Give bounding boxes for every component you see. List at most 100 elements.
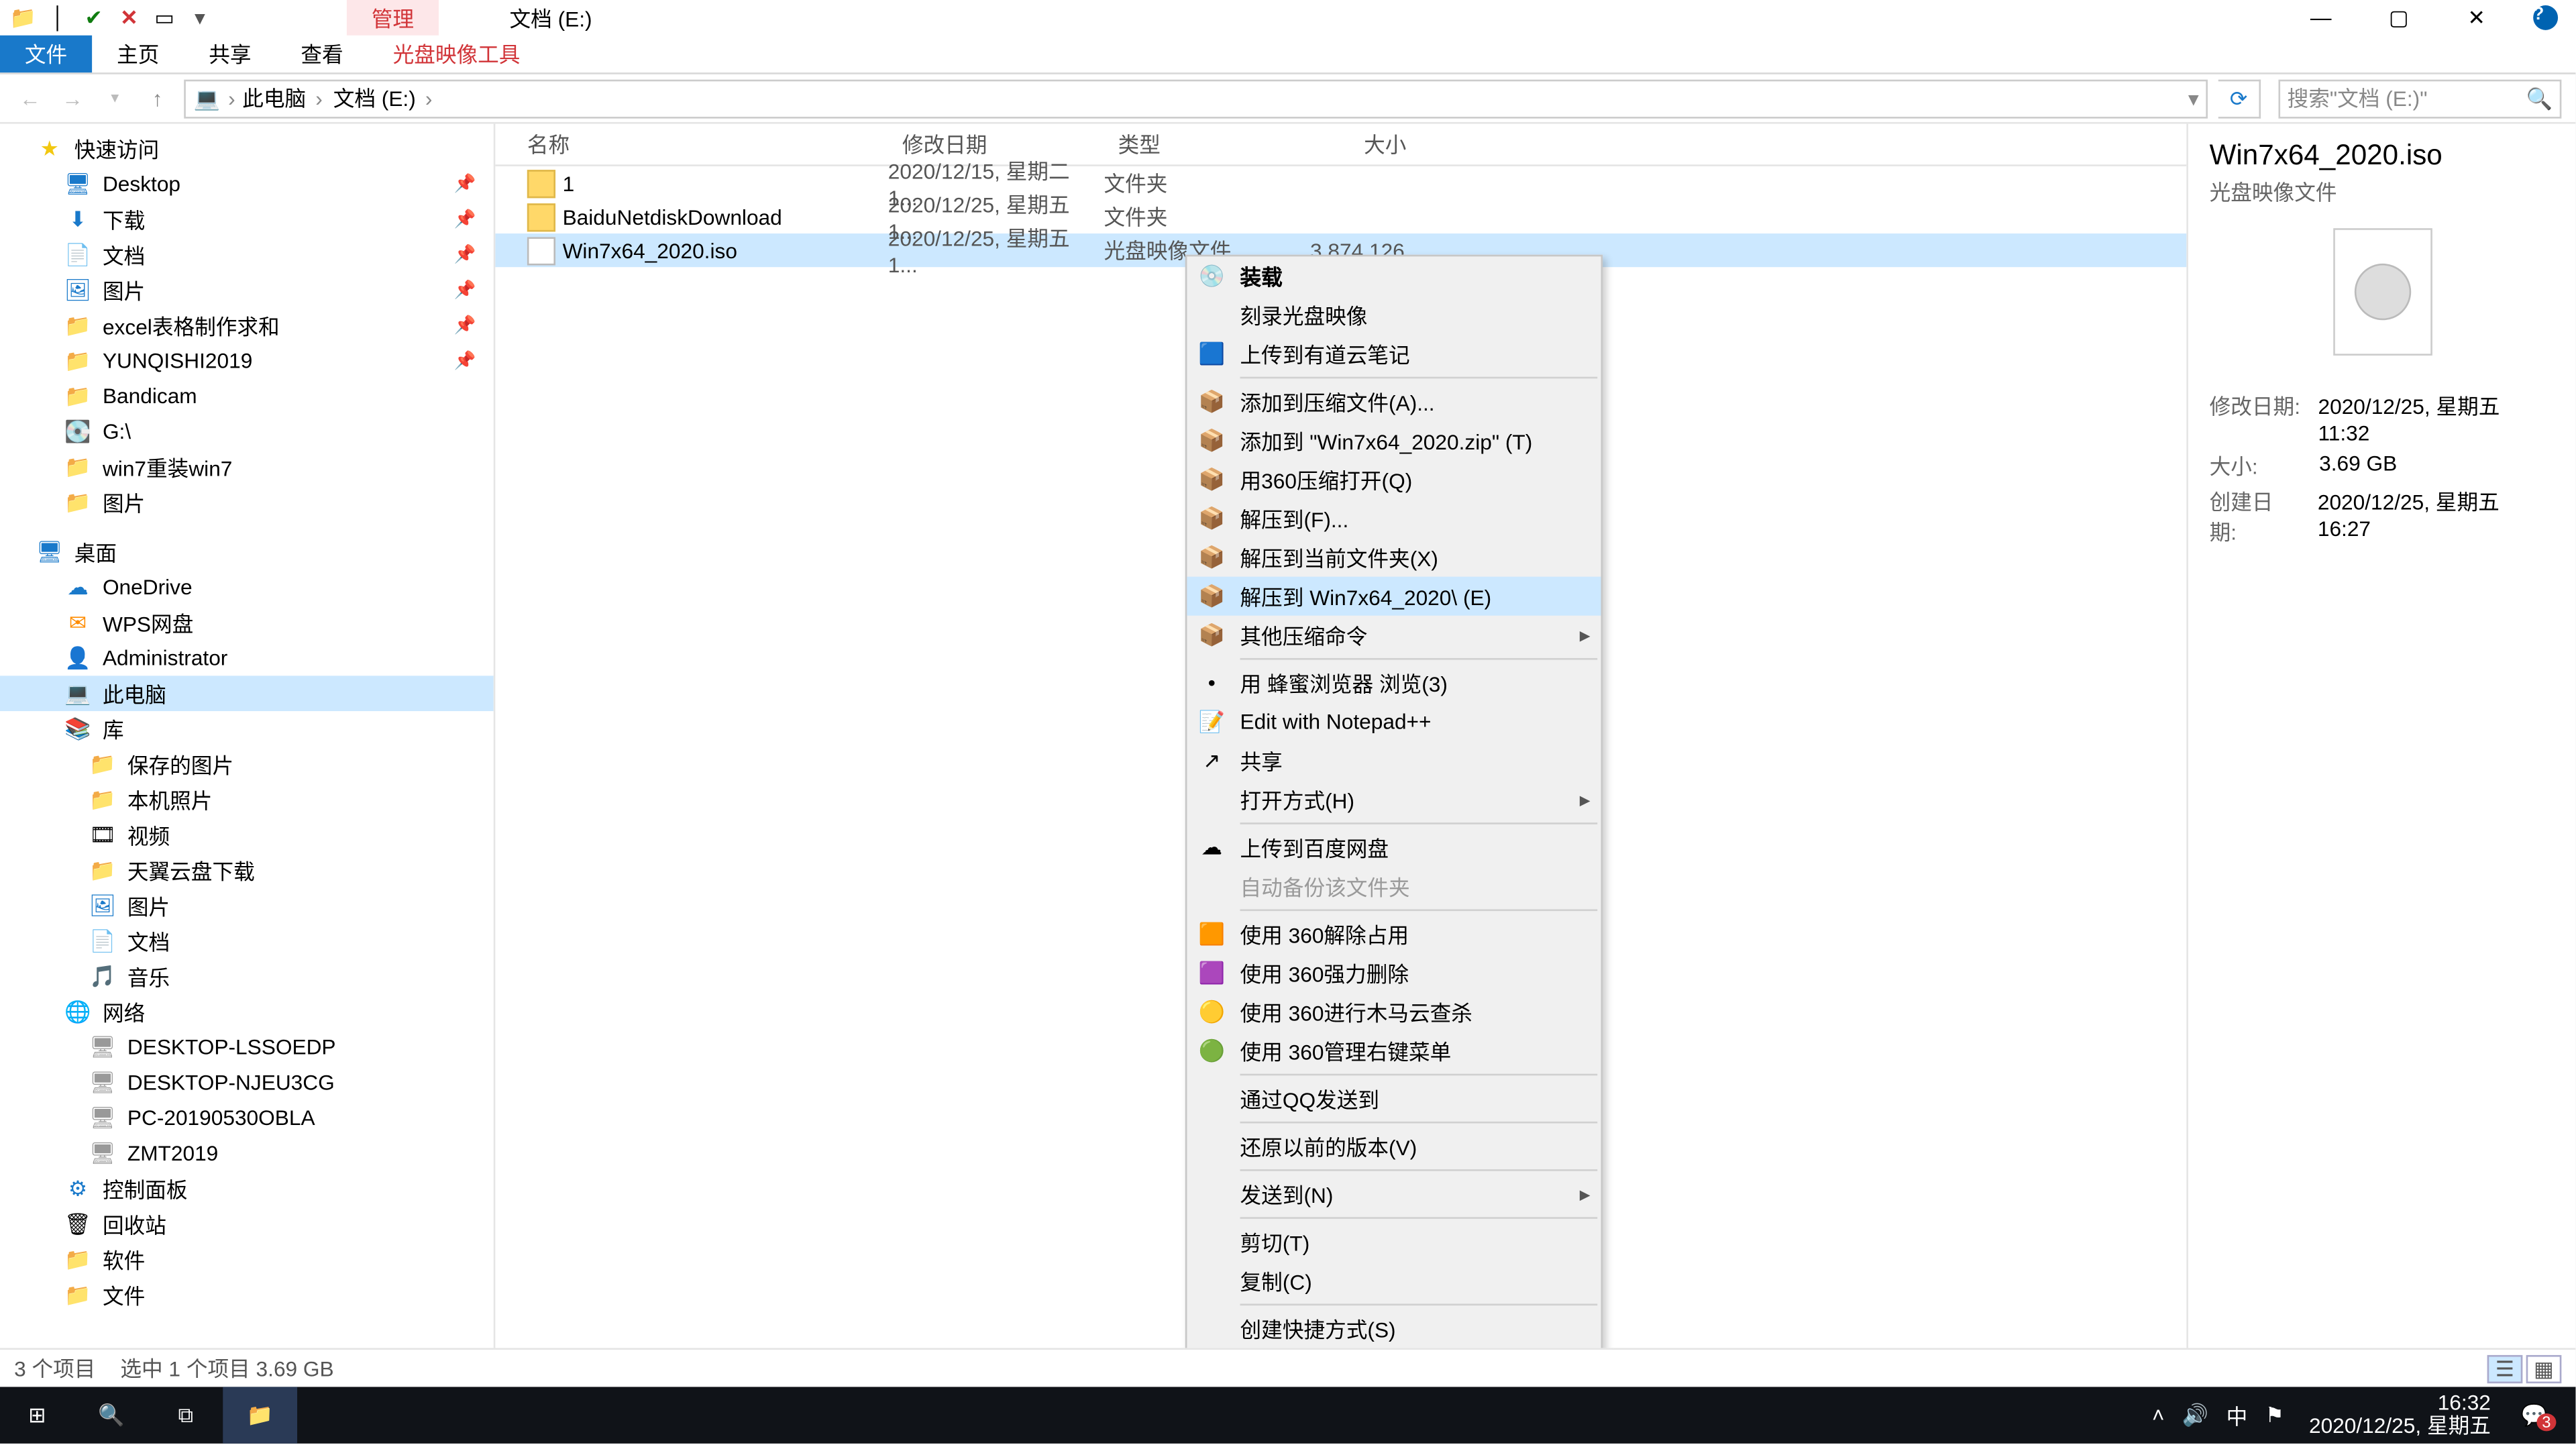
qat-dropdown-icon[interactable]: ▾ bbox=[188, 5, 213, 30]
context-menu-item[interactable]: 🟡使用 360进行木马云查杀 bbox=[1187, 992, 1601, 1031]
taskbar-file-explorer[interactable]: 📁 bbox=[223, 1387, 297, 1443]
nav-item[interactable]: PC-20190530OBLA bbox=[0, 1100, 494, 1136]
nav-item[interactable]: Bandicam bbox=[0, 378, 494, 414]
taskbar-clock[interactable]: 16:32 2020/12/25, 星期五 bbox=[2298, 1392, 2502, 1438]
tray-ime-icon[interactable]: 中 bbox=[2226, 1400, 2248, 1430]
column-headers[interactable]: 名称 修改日期 类型 大小 bbox=[495, 124, 2186, 166]
context-menu-item[interactable]: 📦添加到 "Win7x64_2020.zip" (T) bbox=[1187, 421, 1601, 460]
taskbar[interactable]: ⊞ 🔍 ⧉ 📁 ˄ 🔊 中 ⚑ 16:32 2020/12/25, 星期五 💬3 bbox=[0, 1387, 2575, 1443]
file-list-pane[interactable]: 名称 修改日期 类型 大小 12020/12/15, 星期二 1...文件夹Ba… bbox=[495, 124, 2186, 1348]
context-menu-item[interactable]: •用 蜂蜜浏览器 浏览(3) bbox=[1187, 663, 1601, 702]
nav-up-button[interactable]: ↑ bbox=[142, 86, 173, 111]
ribbon-tab-home[interactable]: 主页 bbox=[92, 36, 184, 72]
nav-item[interactable]: 库 bbox=[0, 711, 494, 747]
breadcrumb-root-chevron[interactable]: › bbox=[228, 86, 235, 111]
new-folder-icon[interactable]: ▭ bbox=[152, 5, 177, 30]
nav-item[interactable]: 图片 bbox=[0, 485, 494, 521]
close-red-icon[interactable]: ✕ bbox=[117, 5, 142, 30]
context-menu-item[interactable]: 通过QQ发送到 bbox=[1187, 1079, 1601, 1118]
nav-item[interactable]: 回收站 bbox=[0, 1206, 494, 1242]
file-row[interactable]: BaiduNetdiskDownload2020/12/25, 星期五 1...… bbox=[495, 200, 2186, 233]
nav-item[interactable]: 音乐 bbox=[0, 959, 494, 994]
context-menu-item[interactable]: 📦添加到压缩文件(A)... bbox=[1187, 382, 1601, 421]
context-menu-item[interactable]: 📦解压到 Win7x64_2020\ (E) bbox=[1187, 577, 1601, 616]
breadcrumb-dropdown-icon[interactable]: ▾ bbox=[2188, 86, 2199, 111]
maximize-button[interactable]: ▢ bbox=[2360, 0, 2438, 36]
start-button[interactable]: ⊞ bbox=[0, 1387, 74, 1443]
tray-volume-icon[interactable]: 🔊 bbox=[2182, 1403, 2208, 1428]
search-icon[interactable]: 🔍 bbox=[2526, 86, 2553, 111]
nav-item[interactable]: Desktop📌 bbox=[0, 166, 494, 202]
nav-item[interactable]: win7重装win7 bbox=[0, 449, 494, 485]
nav-item[interactable]: 此电脑 bbox=[0, 676, 494, 711]
context-menu-item[interactable]: 📦解压到(F)... bbox=[1187, 499, 1601, 538]
context-menu-item[interactable]: ↗共享 bbox=[1187, 741, 1601, 780]
action-center-button[interactable]: 💬3 bbox=[2502, 1387, 2576, 1443]
tray-overflow-icon[interactable]: ˄ bbox=[2152, 1403, 2165, 1428]
minimize-button[interactable]: — bbox=[2282, 0, 2360, 36]
nav-item[interactable]: 保存的图片 bbox=[0, 747, 494, 782]
context-menu-item[interactable]: 还原以前的版本(V) bbox=[1187, 1127, 1601, 1166]
context-menu-item[interactable]: 🟧使用 360解除占用 bbox=[1187, 914, 1601, 953]
view-thumbnails-button[interactable]: ▦ bbox=[2526, 1354, 2562, 1383]
breadcrumb-seg-drive[interactable]: 文档 (E:) bbox=[333, 83, 436, 113]
refresh-button[interactable]: ⟳ bbox=[2218, 78, 2261, 117]
nav-item[interactable]: 文档 bbox=[0, 924, 494, 959]
context-menu-item[interactable]: 📦解压到当前文件夹(X) bbox=[1187, 538, 1601, 577]
context-menu-item[interactable]: 剪切(T) bbox=[1187, 1222, 1601, 1261]
context-menu-item[interactable]: 创建快捷方式(S) bbox=[1187, 1309, 1601, 1348]
context-menu-item[interactable]: 发送到(N)▸ bbox=[1187, 1175, 1601, 1214]
column-size[interactable]: 大小 bbox=[1281, 129, 1422, 160]
nav-item[interactable]: 下载📌 bbox=[0, 202, 494, 237]
checkmark-icon[interactable]: ✔ bbox=[81, 5, 106, 30]
breadcrumb-seg-pc[interactable]: 此电脑 bbox=[242, 83, 326, 113]
system-tray[interactable]: ˄ 🔊 中 ⚑ bbox=[2138, 1400, 2298, 1430]
navigation-pane[interactable]: 快速访问Desktop📌下载📌文档📌图片📌excel表格制作求和📌YUNQISH… bbox=[0, 124, 495, 1348]
task-view-button[interactable]: ⧉ bbox=[149, 1387, 223, 1443]
nav-item[interactable]: 天翼云盘下载 bbox=[0, 853, 494, 888]
breadcrumb[interactable]: › 此电脑 文档 (E:) ▾ bbox=[184, 78, 2208, 117]
context-menu[interactable]: 💿装载刻录光盘映像🟦上传到有道云笔记📦添加到压缩文件(A)...📦添加到 "Wi… bbox=[1185, 255, 1603, 1348]
column-date[interactable]: 修改日期 bbox=[888, 129, 1104, 160]
nav-item[interactable]: OneDrive bbox=[0, 570, 494, 605]
context-menu-item[interactable]: ☁上传到百度网盘 bbox=[1187, 828, 1601, 867]
ribbon-tab-file[interactable]: 文件 bbox=[0, 36, 92, 72]
nav-item[interactable]: ZMT2019 bbox=[0, 1136, 494, 1171]
tray-security-icon[interactable]: ⚑ bbox=[2265, 1403, 2284, 1428]
column-name[interactable]: 名称 bbox=[495, 129, 888, 160]
contextual-tab-manage[interactable]: 管理 bbox=[347, 0, 439, 38]
nav-item[interactable]: 软件 bbox=[0, 1242, 494, 1277]
context-menu-item[interactable]: 🟦上传到有道云笔记 bbox=[1187, 334, 1601, 373]
nav-item[interactable]: 文件 bbox=[0, 1277, 494, 1313]
column-type[interactable]: 类型 bbox=[1104, 129, 1281, 160]
context-menu-item[interactable]: 📦用360压缩打开(Q) bbox=[1187, 460, 1601, 499]
context-menu-item[interactable]: 📝Edit with Notepad++ bbox=[1187, 702, 1601, 741]
nav-item[interactable]: 视频 bbox=[0, 817, 494, 853]
context-menu-item[interactable]: 🟪使用 360强力删除 bbox=[1187, 953, 1601, 992]
nav-history-dropdown[interactable]: ▾ bbox=[99, 89, 131, 108]
nav-item[interactable]: excel表格制作求和📌 bbox=[0, 308, 494, 343]
close-button[interactable]: ✕ bbox=[2438, 0, 2516, 36]
nav-item[interactable]: 图片 bbox=[0, 888, 494, 924]
context-menu-item[interactable]: 复制(C) bbox=[1187, 1261, 1601, 1300]
nav-item[interactable]: YUNQISHI2019📌 bbox=[0, 343, 494, 379]
nav-item[interactable]: G:\ bbox=[0, 414, 494, 449]
nav-item[interactable]: 控制面板 bbox=[0, 1171, 494, 1207]
taskbar-search-button[interactable]: 🔍 bbox=[74, 1387, 149, 1443]
search-input[interactable]: 搜索"文档 (E:)" 🔍 bbox=[2278, 78, 2561, 117]
nav-item[interactable]: 网络 bbox=[0, 994, 494, 1030]
nav-item[interactable]: 本机照片 bbox=[0, 782, 494, 818]
ribbon-tab-disc-tools[interactable]: 光盘映像工具 bbox=[368, 36, 545, 72]
help-icon[interactable]: ? bbox=[2533, 5, 2558, 30]
nav-back-button[interactable]: ← bbox=[14, 86, 46, 111]
ribbon-tab-share[interactable]: 共享 bbox=[184, 36, 276, 72]
nav-item[interactable]: DESKTOP-NJEU3CG bbox=[0, 1065, 494, 1100]
nav-item[interactable]: Administrator bbox=[0, 641, 494, 676]
file-row[interactable]: 12020/12/15, 星期二 1...文件夹 bbox=[495, 166, 2186, 200]
nav-item[interactable]: 桌面 bbox=[0, 534, 494, 570]
context-menu-item[interactable]: 🟢使用 360管理右键菜单 bbox=[1187, 1031, 1601, 1070]
context-menu-item[interactable]: 📦其他压缩命令▸ bbox=[1187, 616, 1601, 655]
context-menu-item[interactable]: 打开方式(H)▸ bbox=[1187, 780, 1601, 819]
nav-item[interactable]: DESKTOP-LSSOEDP bbox=[0, 1030, 494, 1065]
nav-item[interactable]: WPS网盘 bbox=[0, 605, 494, 641]
